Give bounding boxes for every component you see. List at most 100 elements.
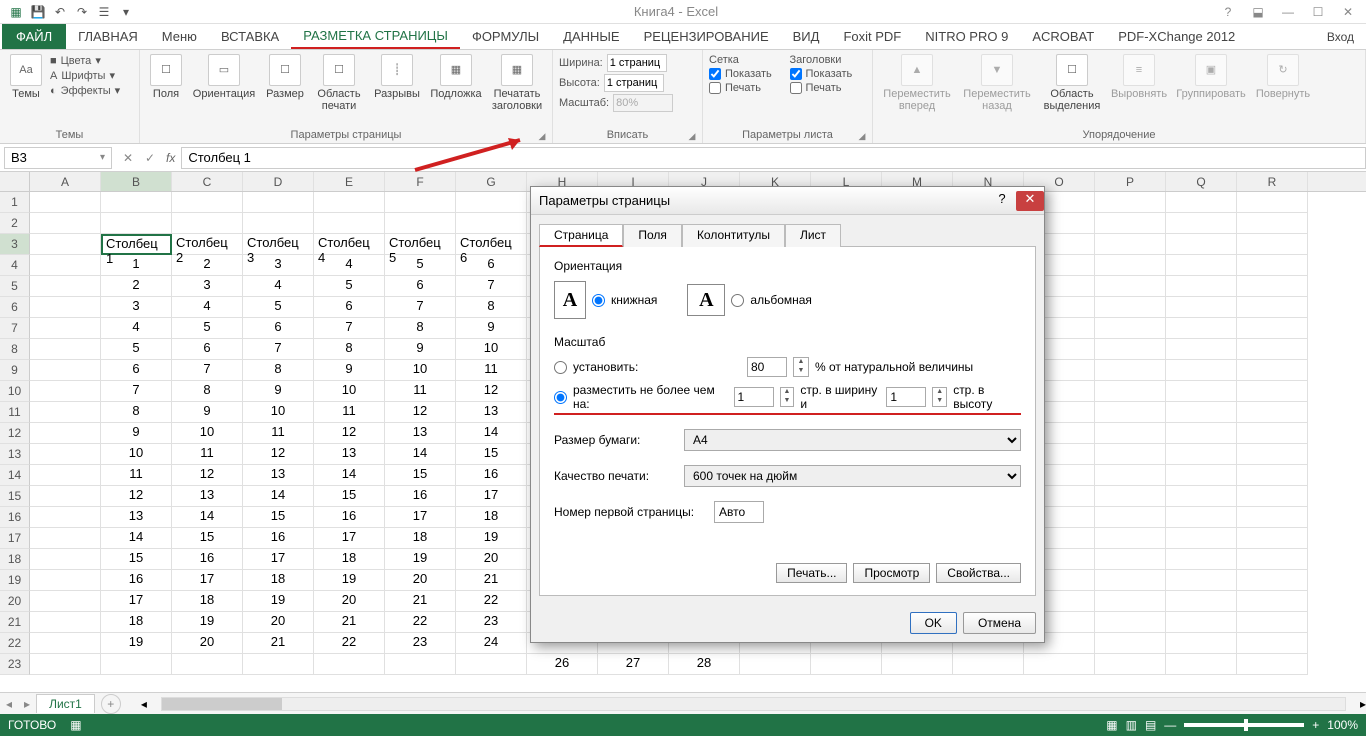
maximize-icon[interactable]: ☐	[1308, 5, 1328, 19]
macro-icon[interactable]: ▦	[70, 718, 81, 732]
fit-height-input[interactable]	[886, 387, 926, 407]
cell[interactable]: 14	[456, 423, 527, 444]
cell[interactable]: 18	[456, 507, 527, 528]
cell[interactable]	[953, 654, 1024, 675]
cell[interactable]	[30, 528, 101, 549]
cell[interactable]: 15	[101, 549, 172, 570]
cell[interactable]	[1237, 570, 1308, 591]
cell[interactable]: 7	[101, 381, 172, 402]
row-header[interactable]: 10	[0, 381, 30, 402]
cell[interactable]: 21	[314, 612, 385, 633]
ok-button[interactable]: OK	[910, 612, 957, 634]
zoom-out-icon[interactable]: —	[1164, 718, 1176, 732]
scale-input[interactable]	[613, 94, 673, 112]
cell[interactable]	[385, 654, 456, 675]
margins-button[interactable]: ☐Поля	[146, 54, 186, 100]
cell[interactable]	[1237, 444, 1308, 465]
headings-print-checkbox[interactable]	[790, 82, 802, 94]
cell[interactable]: 10	[101, 444, 172, 465]
cell[interactable]: 23	[385, 633, 456, 654]
cell[interactable]	[1095, 507, 1166, 528]
cell[interactable]: 19	[101, 633, 172, 654]
row-header[interactable]: 21	[0, 612, 30, 633]
dialog-tab-margins[interactable]: Поля	[623, 224, 682, 247]
cell[interactable]: 20	[456, 549, 527, 570]
cell[interactable]: 6	[243, 318, 314, 339]
dialog-tab-page[interactable]: Страница	[539, 224, 623, 247]
cell[interactable]	[30, 654, 101, 675]
cell[interactable]: 19	[385, 549, 456, 570]
name-box[interactable]: B3▾	[4, 147, 112, 169]
cell[interactable]: 16	[172, 549, 243, 570]
portrait-radio[interactable]	[592, 294, 605, 307]
cell[interactable]	[385, 192, 456, 213]
rotate-button[interactable]: ↻Повернуть	[1253, 54, 1313, 100]
cell[interactable]: 16	[243, 528, 314, 549]
cell[interactable]	[30, 633, 101, 654]
cell[interactable]: 24	[456, 633, 527, 654]
cell[interactable]	[1237, 318, 1308, 339]
cell[interactable]: 18	[101, 612, 172, 633]
cell[interactable]	[1237, 591, 1308, 612]
selection-pane-button[interactable]: ☐Область выделения	[1039, 54, 1105, 112]
cell[interactable]	[1166, 276, 1237, 297]
cell[interactable]	[172, 213, 243, 234]
row-header[interactable]: 17	[0, 528, 30, 549]
cell[interactable]: 14	[385, 444, 456, 465]
tab-foxit[interactable]: Foxit PDF	[831, 24, 913, 49]
cell[interactable]	[30, 360, 101, 381]
cell[interactable]	[1237, 423, 1308, 444]
row-header[interactable]: 11	[0, 402, 30, 423]
cell[interactable]: 10	[456, 339, 527, 360]
zoom-value[interactable]: 100%	[1327, 718, 1358, 732]
scrollbar-thumb[interactable]	[162, 698, 282, 710]
cell[interactable]	[30, 507, 101, 528]
row-header[interactable]: 3	[0, 234, 30, 255]
cell[interactable]: 8	[172, 381, 243, 402]
cell[interactable]	[1237, 549, 1308, 570]
cell[interactable]	[1166, 549, 1237, 570]
cell[interactable]	[456, 192, 527, 213]
cell[interactable]: 20	[314, 591, 385, 612]
cell[interactable]	[1166, 444, 1237, 465]
cell[interactable]: 17	[101, 591, 172, 612]
align-button[interactable]: ≡Выровнять	[1109, 54, 1169, 100]
horizontal-scrollbar[interactable]: ◂ ▸	[141, 697, 1366, 711]
cell[interactable]	[1095, 654, 1166, 675]
cell[interactable]	[1237, 360, 1308, 381]
tab-data[interactable]: ДАННЫЕ	[551, 24, 631, 49]
cancel-formula-icon[interactable]: ✕	[118, 151, 138, 165]
cell[interactable]	[1237, 507, 1308, 528]
tab-nitro[interactable]: NITRO PRO 9	[913, 24, 1020, 49]
cell[interactable]	[1166, 423, 1237, 444]
dialog-titlebar[interactable]: Параметры страницы ? ✕	[531, 187, 1044, 215]
cell[interactable]	[243, 654, 314, 675]
properties-button[interactable]: Свойства...	[936, 563, 1021, 583]
breaks-button[interactable]: ┊Разрывы	[370, 54, 424, 100]
cell[interactable]: 22	[385, 612, 456, 633]
cell[interactable]: 20	[243, 612, 314, 633]
dialog-tab-sheet[interactable]: Лист	[785, 224, 841, 247]
cell[interactable]	[1166, 339, 1237, 360]
cell[interactable]: 9	[101, 423, 172, 444]
row-header[interactable]: 4	[0, 255, 30, 276]
cell[interactable]: 2	[101, 276, 172, 297]
row-header[interactable]: 22	[0, 633, 30, 654]
cell[interactable]	[1095, 633, 1166, 654]
cell[interactable]: 5	[385, 255, 456, 276]
cell[interactable]: 16	[456, 465, 527, 486]
cell[interactable]: 14	[101, 528, 172, 549]
cell[interactable]: 6	[172, 339, 243, 360]
tab-pdfxchange[interactable]: PDF-XChange 2012	[1106, 24, 1247, 49]
cell[interactable]: 20	[172, 633, 243, 654]
cell[interactable]: 7	[243, 339, 314, 360]
cell[interactable]	[30, 234, 101, 255]
cell[interactable]	[1095, 297, 1166, 318]
cell[interactable]: 12	[172, 465, 243, 486]
cell[interactable]	[1095, 339, 1166, 360]
cell[interactable]: 17	[385, 507, 456, 528]
cell[interactable]: 16	[385, 486, 456, 507]
cell[interactable]: 2	[172, 255, 243, 276]
cell[interactable]: 12	[101, 486, 172, 507]
column-header[interactable]: Q	[1166, 172, 1237, 191]
